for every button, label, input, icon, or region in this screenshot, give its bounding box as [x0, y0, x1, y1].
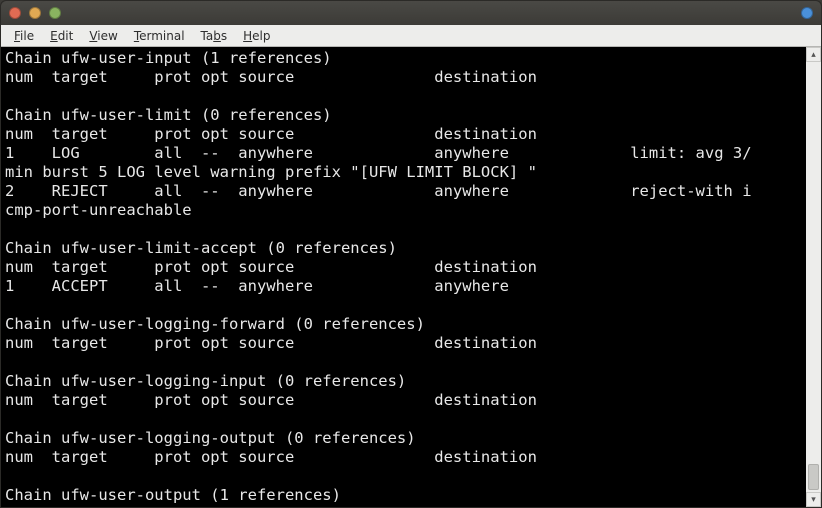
menu-tabs-label: s — [221, 29, 227, 43]
menu-file-label: ile — [20, 29, 34, 43]
scroll-thumb[interactable] — [808, 464, 819, 490]
scroll-down-button[interactable]: ▾ — [806, 492, 821, 507]
terminal-output[interactable]: Chain ufw-user-input (1 references) num … — [1, 47, 806, 507]
vertical-scrollbar[interactable]: ▴ ▾ — [806, 47, 821, 507]
menu-view[interactable]: View — [82, 27, 124, 45]
titlebar[interactable] — [1, 1, 821, 25]
menu-edit[interactable]: Edit — [43, 27, 80, 45]
menu-terminal-label: erminal — [139, 29, 184, 43]
terminal-area: Chain ufw-user-input (1 references) num … — [1, 47, 821, 507]
minimize-button[interactable] — [29, 7, 41, 19]
terminal-window: File Edit View Terminal Tabs Help Chain … — [0, 0, 822, 508]
window-controls — [9, 7, 61, 19]
help-indicator-icon — [801, 7, 813, 19]
menu-terminal[interactable]: Terminal — [127, 27, 192, 45]
menu-tabs[interactable]: Tabs — [194, 27, 235, 45]
menu-edit-label: dit — [58, 29, 74, 43]
menubar: File Edit View Terminal Tabs Help — [1, 25, 821, 47]
menu-help[interactable]: Help — [236, 27, 277, 45]
menu-help-label: elp — [252, 29, 270, 43]
close-button[interactable] — [9, 7, 21, 19]
maximize-button[interactable] — [49, 7, 61, 19]
scroll-track[interactable] — [806, 62, 821, 492]
menu-file[interactable]: File — [7, 27, 41, 45]
scroll-up-button[interactable]: ▴ — [806, 47, 821, 62]
menu-view-label: iew — [97, 29, 118, 43]
